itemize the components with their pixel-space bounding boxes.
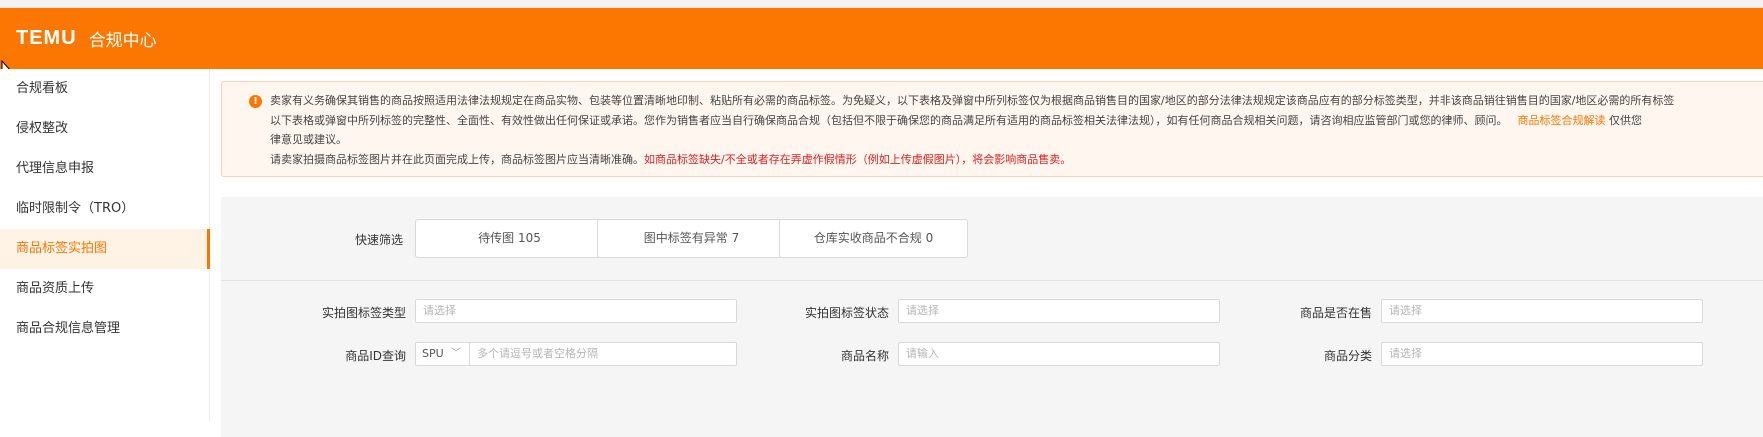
notice-line-1: 卖家有义务确保其销售的商品按照适用法律法规规定在商品实物、包装等位置清晰地印制、…	[270, 94, 1675, 107]
sidebar-item-label-photos[interactable]: 商品标签实拍图	[0, 229, 210, 269]
label-compliance-guide-link[interactable]: 商品标签合规解读	[1518, 114, 1606, 127]
sidebar: 合规看板 侵权整改 代理信息申报 临时限制令（TRO） 商品标签实拍图 商品资质…	[0, 69, 210, 421]
sidebar-item-compliance-info-management[interactable]: 商品合规信息管理	[0, 309, 209, 349]
id-query-label: 商品ID查询	[345, 349, 406, 363]
label-type-label: 实拍图标签类型	[321, 306, 406, 320]
notice-line-2-tail: 仅供您	[1609, 113, 1642, 127]
temu-logo[interactable]: TEMU	[16, 27, 77, 50]
sidebar-item-infringement-rectification[interactable]: 侵权整改	[0, 109, 209, 149]
quick-filter-row: 快速筛选 待传图 105 图中标签有异常 7 仓库实收商品不合规 0	[221, 197, 1763, 281]
category-select[interactable]: 请选择	[1381, 342, 1703, 366]
quick-filter-label: 快速筛选	[355, 233, 404, 247]
notice-line-4-text: 请卖家拍摄商品标签图片并在此页面完成上传，商品标签图片应当清晰准确。	[270, 152, 644, 166]
id-query-input[interactable]: 多个请逗号或者空格分隔	[470, 343, 736, 365]
label-type-select[interactable]: 请选择	[415, 299, 737, 323]
filter-panel: 快速筛选 待传图 105 图中标签有异常 7 仓库实收商品不合规 0 实拍图标签…	[221, 197, 1763, 437]
sidebar-item-qualification-upload[interactable]: 商品资质上传	[0, 269, 209, 309]
product-name-input[interactable]: 请输入	[898, 342, 1220, 366]
on-sale-select[interactable]: 请选择	[1381, 299, 1703, 323]
chip-label-abnormal[interactable]: 图中标签有异常 7	[597, 219, 786, 258]
chip-pending-upload[interactable]: 待传图 105	[415, 219, 604, 258]
notice-line-3: 律意见或建议。	[270, 133, 347, 146]
sidebar-item-agent-info-declaration[interactable]: 代理信息申报	[0, 149, 209, 189]
notice-warning-text: 如商品标签缺失/不全或者存在弄虚作假情形（例如上传虚假图片），将会影响商品售卖。	[644, 152, 1072, 166]
app-header: TEMU 合规中心	[0, 8, 1763, 69]
notice-line-2: 以下表格或弹窗中所列标签的完整性、全面性、有效性做出任何保证或承诺。您作为销售者…	[270, 111, 1763, 131]
chip-warehouse-noncompliant[interactable]: 仓库实收商品不合规 0	[779, 219, 968, 258]
main-content: ! 卖家有义务确保其销售的商品按照适用法律法规规定在商品实物、包装等位置清晰地印…	[210, 69, 1763, 437]
warning-icon: !	[249, 95, 262, 108]
chevron-down-icon: ﹀	[451, 348, 461, 359]
notice-line-2-text: 以下表格或弹窗中所列标签的完整性、全面性、有效性做出任何保证或承诺。您作为销售者…	[270, 113, 1508, 127]
sidebar-item-compliance-dashboard[interactable]: 合规看板	[0, 69, 209, 109]
compliance-notice: ! 卖家有义务确保其销售的商品按照适用法律法规规定在商品实物、包装等位置清晰地印…	[221, 81, 1763, 177]
notice-line-4: 请卖家拍摄商品标签图片并在此页面完成上传，商品标签图片应当清晰准确。如商品标签缺…	[270, 150, 1763, 170]
label-status-label: 实拍图标签状态	[804, 306, 889, 320]
product-name-label: 商品名称	[840, 349, 889, 363]
id-type-value: SPU	[422, 347, 444, 360]
label-status-select[interactable]: 请选择	[898, 299, 1220, 323]
browser-top-strip	[0, 0, 1763, 8]
id-type-select[interactable]: SPU ﹀	[416, 343, 470, 365]
on-sale-label: 商品是否在售	[1299, 306, 1372, 320]
sidebar-item-tro[interactable]: 临时限制令（TRO）	[0, 189, 209, 229]
category-label: 商品分类	[1323, 349, 1372, 363]
app-title: 合规中心	[88, 31, 157, 51]
id-query-field: SPU ﹀ 多个请逗号或者空格分隔	[415, 342, 737, 366]
